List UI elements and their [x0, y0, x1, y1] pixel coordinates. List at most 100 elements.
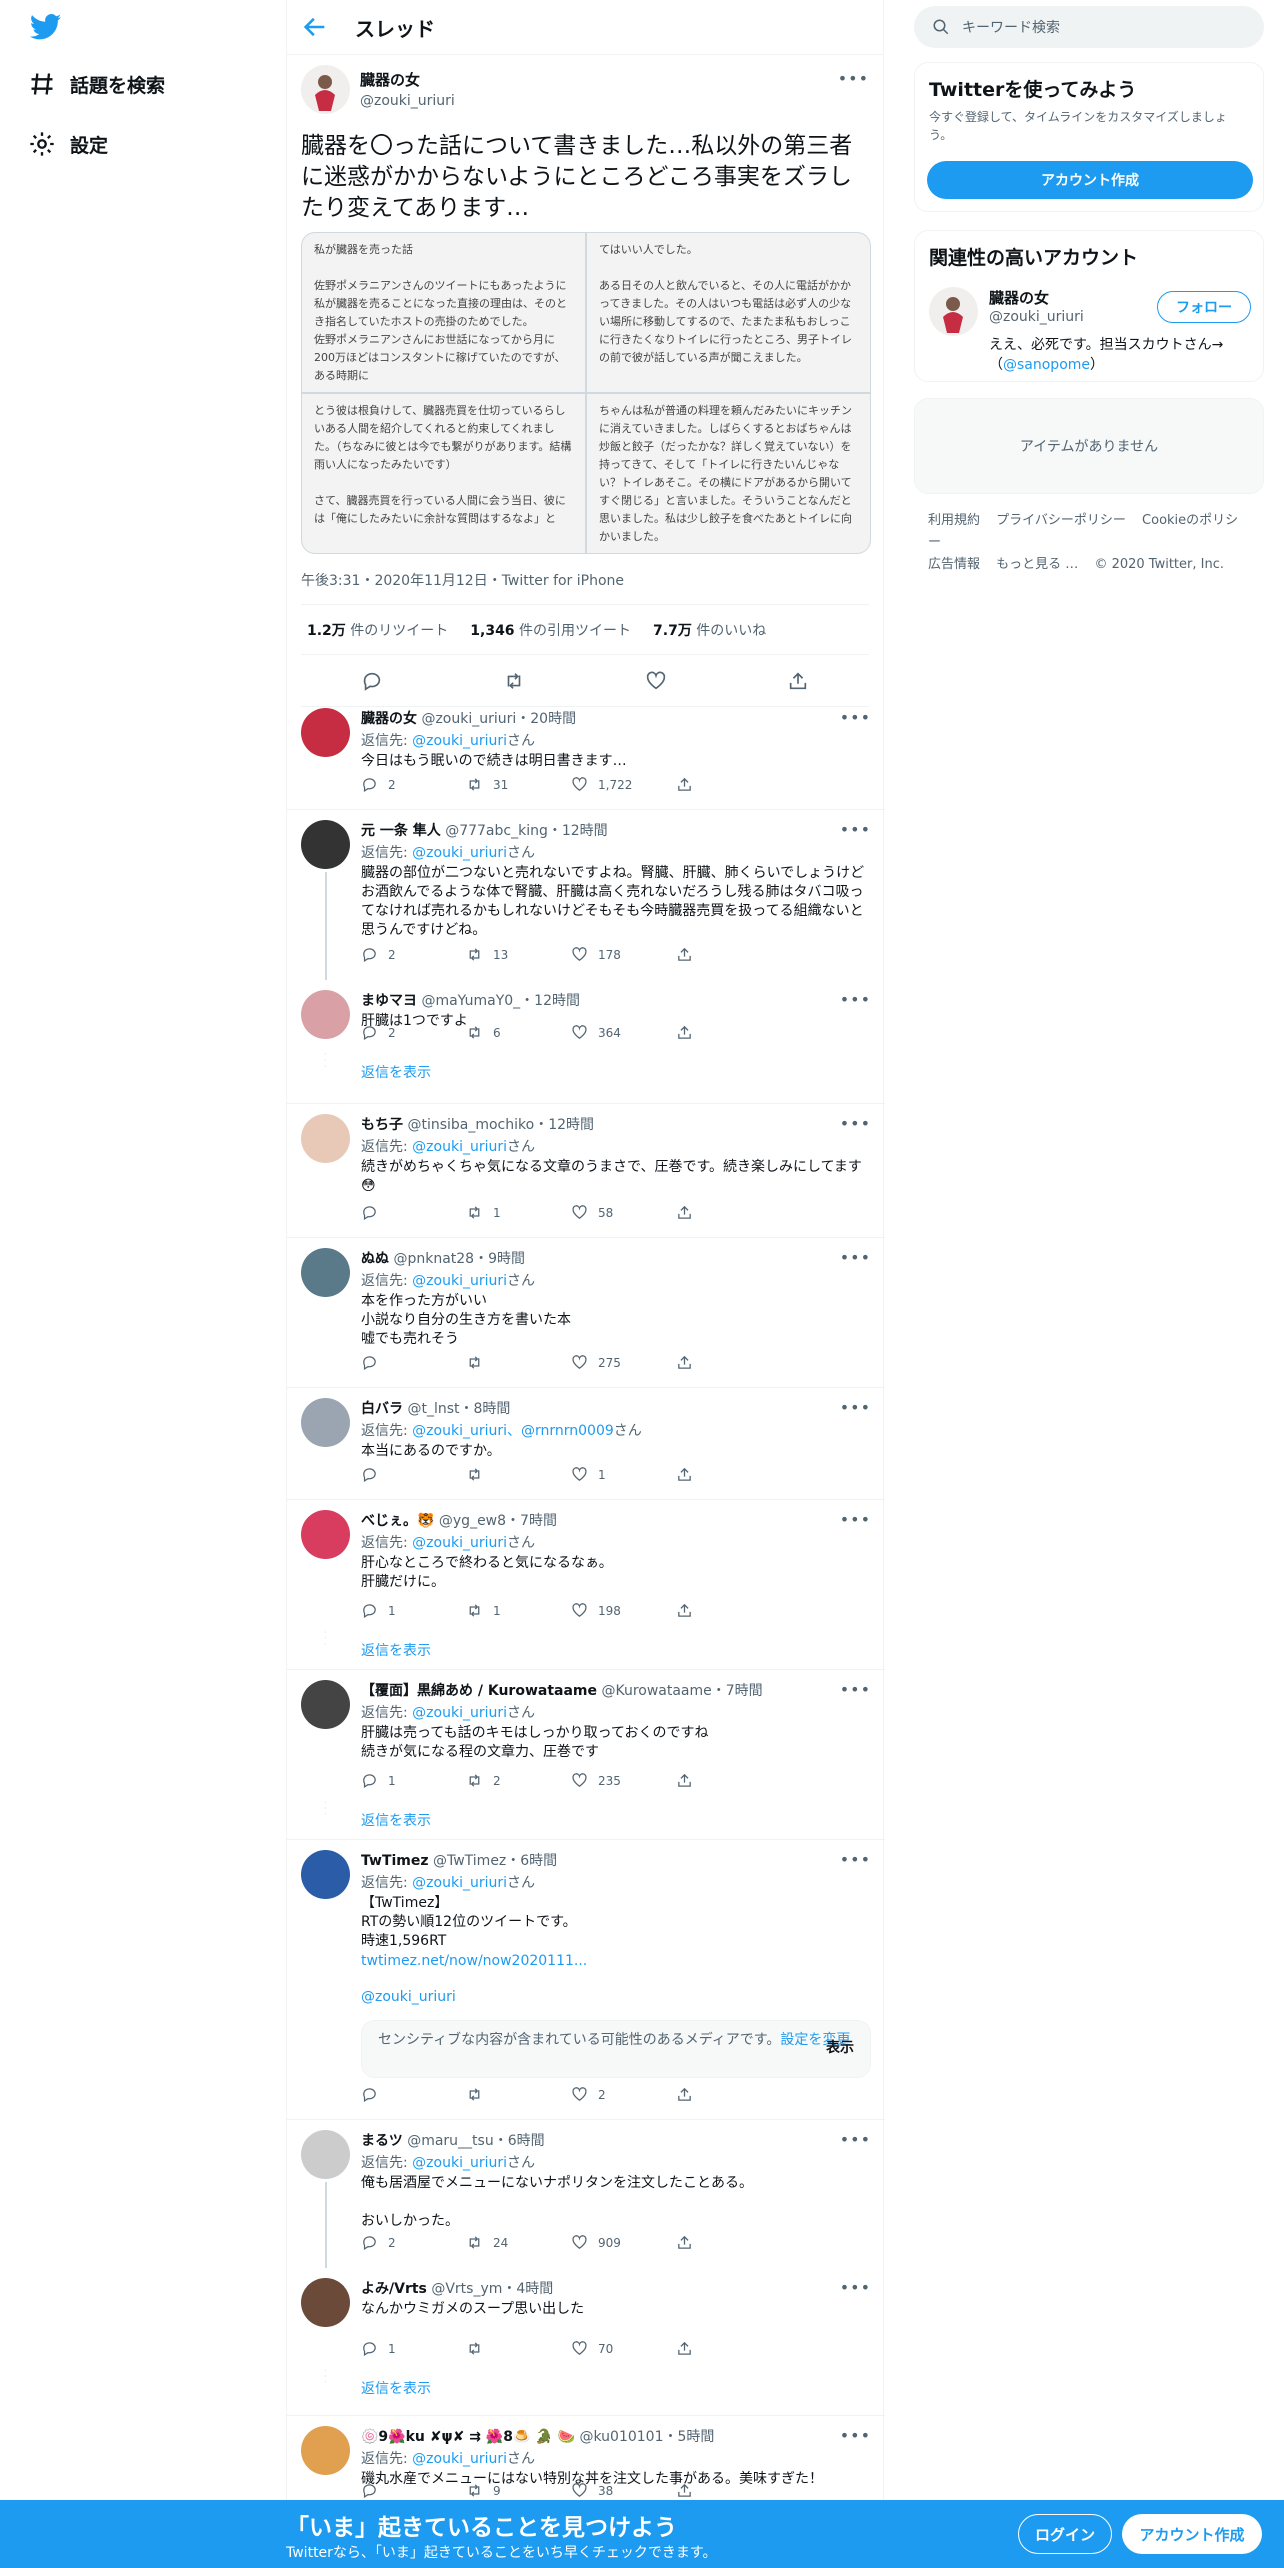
reply-button[interactable]: 1 — [361, 2340, 466, 2357]
reply-handle[interactable]: @Vrts_ym・4時間 — [431, 2281, 553, 2297]
like-button[interactable]: 275 — [571, 1354, 676, 1371]
tweet-timestamp[interactable]: 午後3:31・2020年11月12日・Twitter for iPhone — [301, 570, 869, 605]
reply-to-mention[interactable]: @zouki_uriuri — [412, 2155, 507, 2171]
reply-tweet[interactable]: 白バラ @t_lnst・8時間 返信先: @zouki_uriuri、@rnrnr… — [287, 1388, 885, 1500]
reply-tweet[interactable]: 【覆面】黒綿あめ / Kurowataame @Kurowataame・7時間返… — [287, 1670, 885, 1840]
reply-author-name[interactable]: 元 一条 隼人 — [361, 823, 441, 839]
reply-tweet[interactable]: まゆマヨ @maYumaY0_・12時間 肝臓は1つですよ ••• 2 6 364 · · · 返… — [287, 980, 885, 1104]
avatar[interactable] — [301, 2426, 350, 2475]
more-icon[interactable]: ••• — [840, 708, 871, 727]
reply-author-name[interactable]: よみ/Vrts — [361, 2281, 427, 2297]
retweet-button[interactable] — [466, 2086, 571, 2103]
reply-mention[interactable]: @zouki_uriuri — [361, 1989, 871, 2005]
reply-button[interactable]: 1 — [361, 1772, 466, 1789]
like-button[interactable]: 2 — [571, 2086, 676, 2103]
nav-explore[interactable]: 話題を検索 — [28, 70, 165, 98]
more-icon[interactable]: ••• — [840, 2278, 871, 2297]
like-count[interactable]: 7.7万 件のいいね — [653, 620, 766, 640]
reply-author-name[interactable]: 白バラ — [361, 1401, 403, 1417]
share-button[interactable] — [676, 1466, 781, 1483]
more-icon[interactable]: ••• — [840, 1510, 871, 1529]
more-icon[interactable]: ••• — [840, 1114, 871, 1133]
more-icon[interactable]: ••• — [840, 1248, 871, 1267]
share-button[interactable] — [676, 2086, 781, 2103]
show-replies-link[interactable]: 返信を表示 — [361, 1810, 431, 1830]
avatar[interactable] — [301, 990, 350, 1039]
footer-terms[interactable]: 利用規約 — [928, 513, 980, 528]
follow-button[interactable]: フォロー — [1157, 291, 1251, 323]
share-button[interactable] — [676, 776, 781, 793]
more-icon[interactable]: ••• — [840, 1680, 871, 1699]
reply-to-mention[interactable]: @zouki_uriuri — [412, 1535, 507, 1551]
reply-handle[interactable]: @777abc_king・12時間 — [445, 823, 607, 839]
reply-tweet[interactable]: 臓器の女 @zouki_uriuri・20時間 返信先: @zouki_uriur… — [287, 698, 885, 810]
author-name[interactable]: 臓器の女 — [360, 69, 455, 90]
retweet-button[interactable]: 9 — [466, 2482, 571, 2499]
reply-author-name[interactable]: まゆマヨ — [361, 993, 417, 1009]
reply-to-mention[interactable]: @zouki_uriuri — [412, 1273, 507, 1289]
avatar[interactable] — [301, 1680, 350, 1729]
more-icon[interactable]: ••• — [840, 820, 871, 839]
retweet-button[interactable]: 1 — [466, 1602, 571, 1619]
search-input[interactable]: キーワード検索 — [914, 6, 1264, 48]
like-button[interactable]: 38 — [571, 2482, 676, 2499]
reply-author-name[interactable]: TwTimez — [361, 1853, 429, 1869]
reply-icon[interactable] — [361, 670, 383, 692]
share-button[interactable] — [676, 1024, 781, 1041]
avatar[interactable] — [301, 64, 350, 114]
show-media-button[interactable]: 表示 — [826, 2039, 854, 2057]
more-icon[interactable]: ••• — [840, 1850, 871, 1869]
avatar[interactable] — [301, 1398, 350, 1447]
reply-author-name[interactable]: 臓器の女 — [361, 711, 417, 727]
share-button[interactable] — [676, 1602, 781, 1619]
retweet-icon[interactable] — [503, 670, 525, 692]
media-image-2[interactable]: てはいい人でした。 ある日その人と飲んでいると、その人に電話がかかってきました。… — [587, 233, 870, 392]
reply-to-mention[interactable]: @zouki_uriuri — [412, 2451, 507, 2467]
twitter-logo-icon[interactable] — [30, 14, 62, 40]
reply-tweet[interactable]: まるツ @maru__tsu・6時間 返信先: @zouki_uriuriさん 俺も… — [287, 2120, 885, 2268]
share-button[interactable] — [676, 1204, 781, 1221]
avatar[interactable] — [301, 1114, 350, 1163]
reply-button[interactable]: 2 — [361, 1024, 466, 1041]
media-image-1[interactable]: 私が臓器を売った話 佐野ポメラニアンさんのツイートにもあったように私が臓器を売る… — [302, 233, 585, 392]
reply-button[interactable] — [361, 2086, 466, 2103]
reply-to-mention[interactable]: @zouki_uriuri — [412, 1705, 507, 1721]
footer-more[interactable]: もっと見る … — [996, 557, 1078, 572]
share-button[interactable] — [676, 946, 781, 963]
retweet-button[interactable] — [466, 1354, 571, 1371]
reply-handle[interactable]: @tinsiba_mochiko・12時間 — [407, 1117, 594, 1133]
share-button[interactable] — [676, 1772, 781, 1789]
share-button[interactable] — [676, 2340, 781, 2357]
retweet-button[interactable]: 2 — [466, 1772, 571, 1789]
like-button[interactable]: 1 — [571, 1466, 676, 1483]
footer-privacy[interactable]: プライバシーポリシー — [996, 513, 1126, 528]
avatar[interactable] — [301, 2278, 350, 2327]
like-button[interactable]: 178 — [571, 946, 676, 963]
reply-handle[interactable]: @yg_ew8・7時間 — [439, 1513, 557, 1529]
quote-count[interactable]: 1,346 件の引用ツイート — [470, 620, 631, 640]
login-button[interactable]: ログイン — [1018, 2514, 1112, 2554]
like-icon[interactable] — [645, 670, 667, 692]
tweet-media[interactable]: 私が臓器を売った話 佐野ポメラニアンさんのツイートにもあったように私が臓器を売る… — [301, 232, 871, 554]
reply-handle[interactable]: @maru__tsu・6時間 — [407, 2133, 544, 2149]
like-button[interactable]: 198 — [571, 1602, 676, 1619]
reply-handle[interactable]: @zouki_uriuri・20時間 — [421, 711, 576, 727]
reply-to-mention[interactable]: @zouki_uriuri — [412, 1875, 507, 1891]
reply-author-name[interactable]: ぬぬ — [361, 1251, 389, 1267]
back-arrow-icon[interactable] — [301, 13, 329, 41]
show-replies-link[interactable]: 返信を表示 — [361, 2378, 431, 2398]
like-button[interactable]: 58 — [571, 1204, 676, 1221]
reply-button[interactable] — [361, 2482, 466, 2499]
reply-button[interactable]: 2 — [361, 776, 466, 793]
reply-handle[interactable]: @pnknat28・9時間 — [393, 1251, 525, 1267]
retweet-button[interactable] — [466, 2340, 571, 2357]
avatar[interactable] — [929, 287, 978, 336]
retweet-button[interactable]: 6 — [466, 1024, 571, 1041]
signup-button[interactable]: アカウント作成 — [1122, 2514, 1262, 2554]
reply-author-name[interactable]: 【覆面】黒綿あめ / Kurowataame — [361, 1683, 597, 1699]
more-icon[interactable]: ••• — [840, 990, 871, 1009]
reply-tweet[interactable]: もち子 @tinsiba_mochiko・12時間 返信先: @zouki_uri… — [287, 1104, 885, 1238]
bio-mention-link[interactable]: @sanopome — [1003, 357, 1090, 373]
reply-tweet[interactable]: 元 一条 隼人 @777abc_king・12時間 返信先: @zouki_uri… — [287, 810, 885, 980]
avatar[interactable] — [301, 1850, 350, 1899]
